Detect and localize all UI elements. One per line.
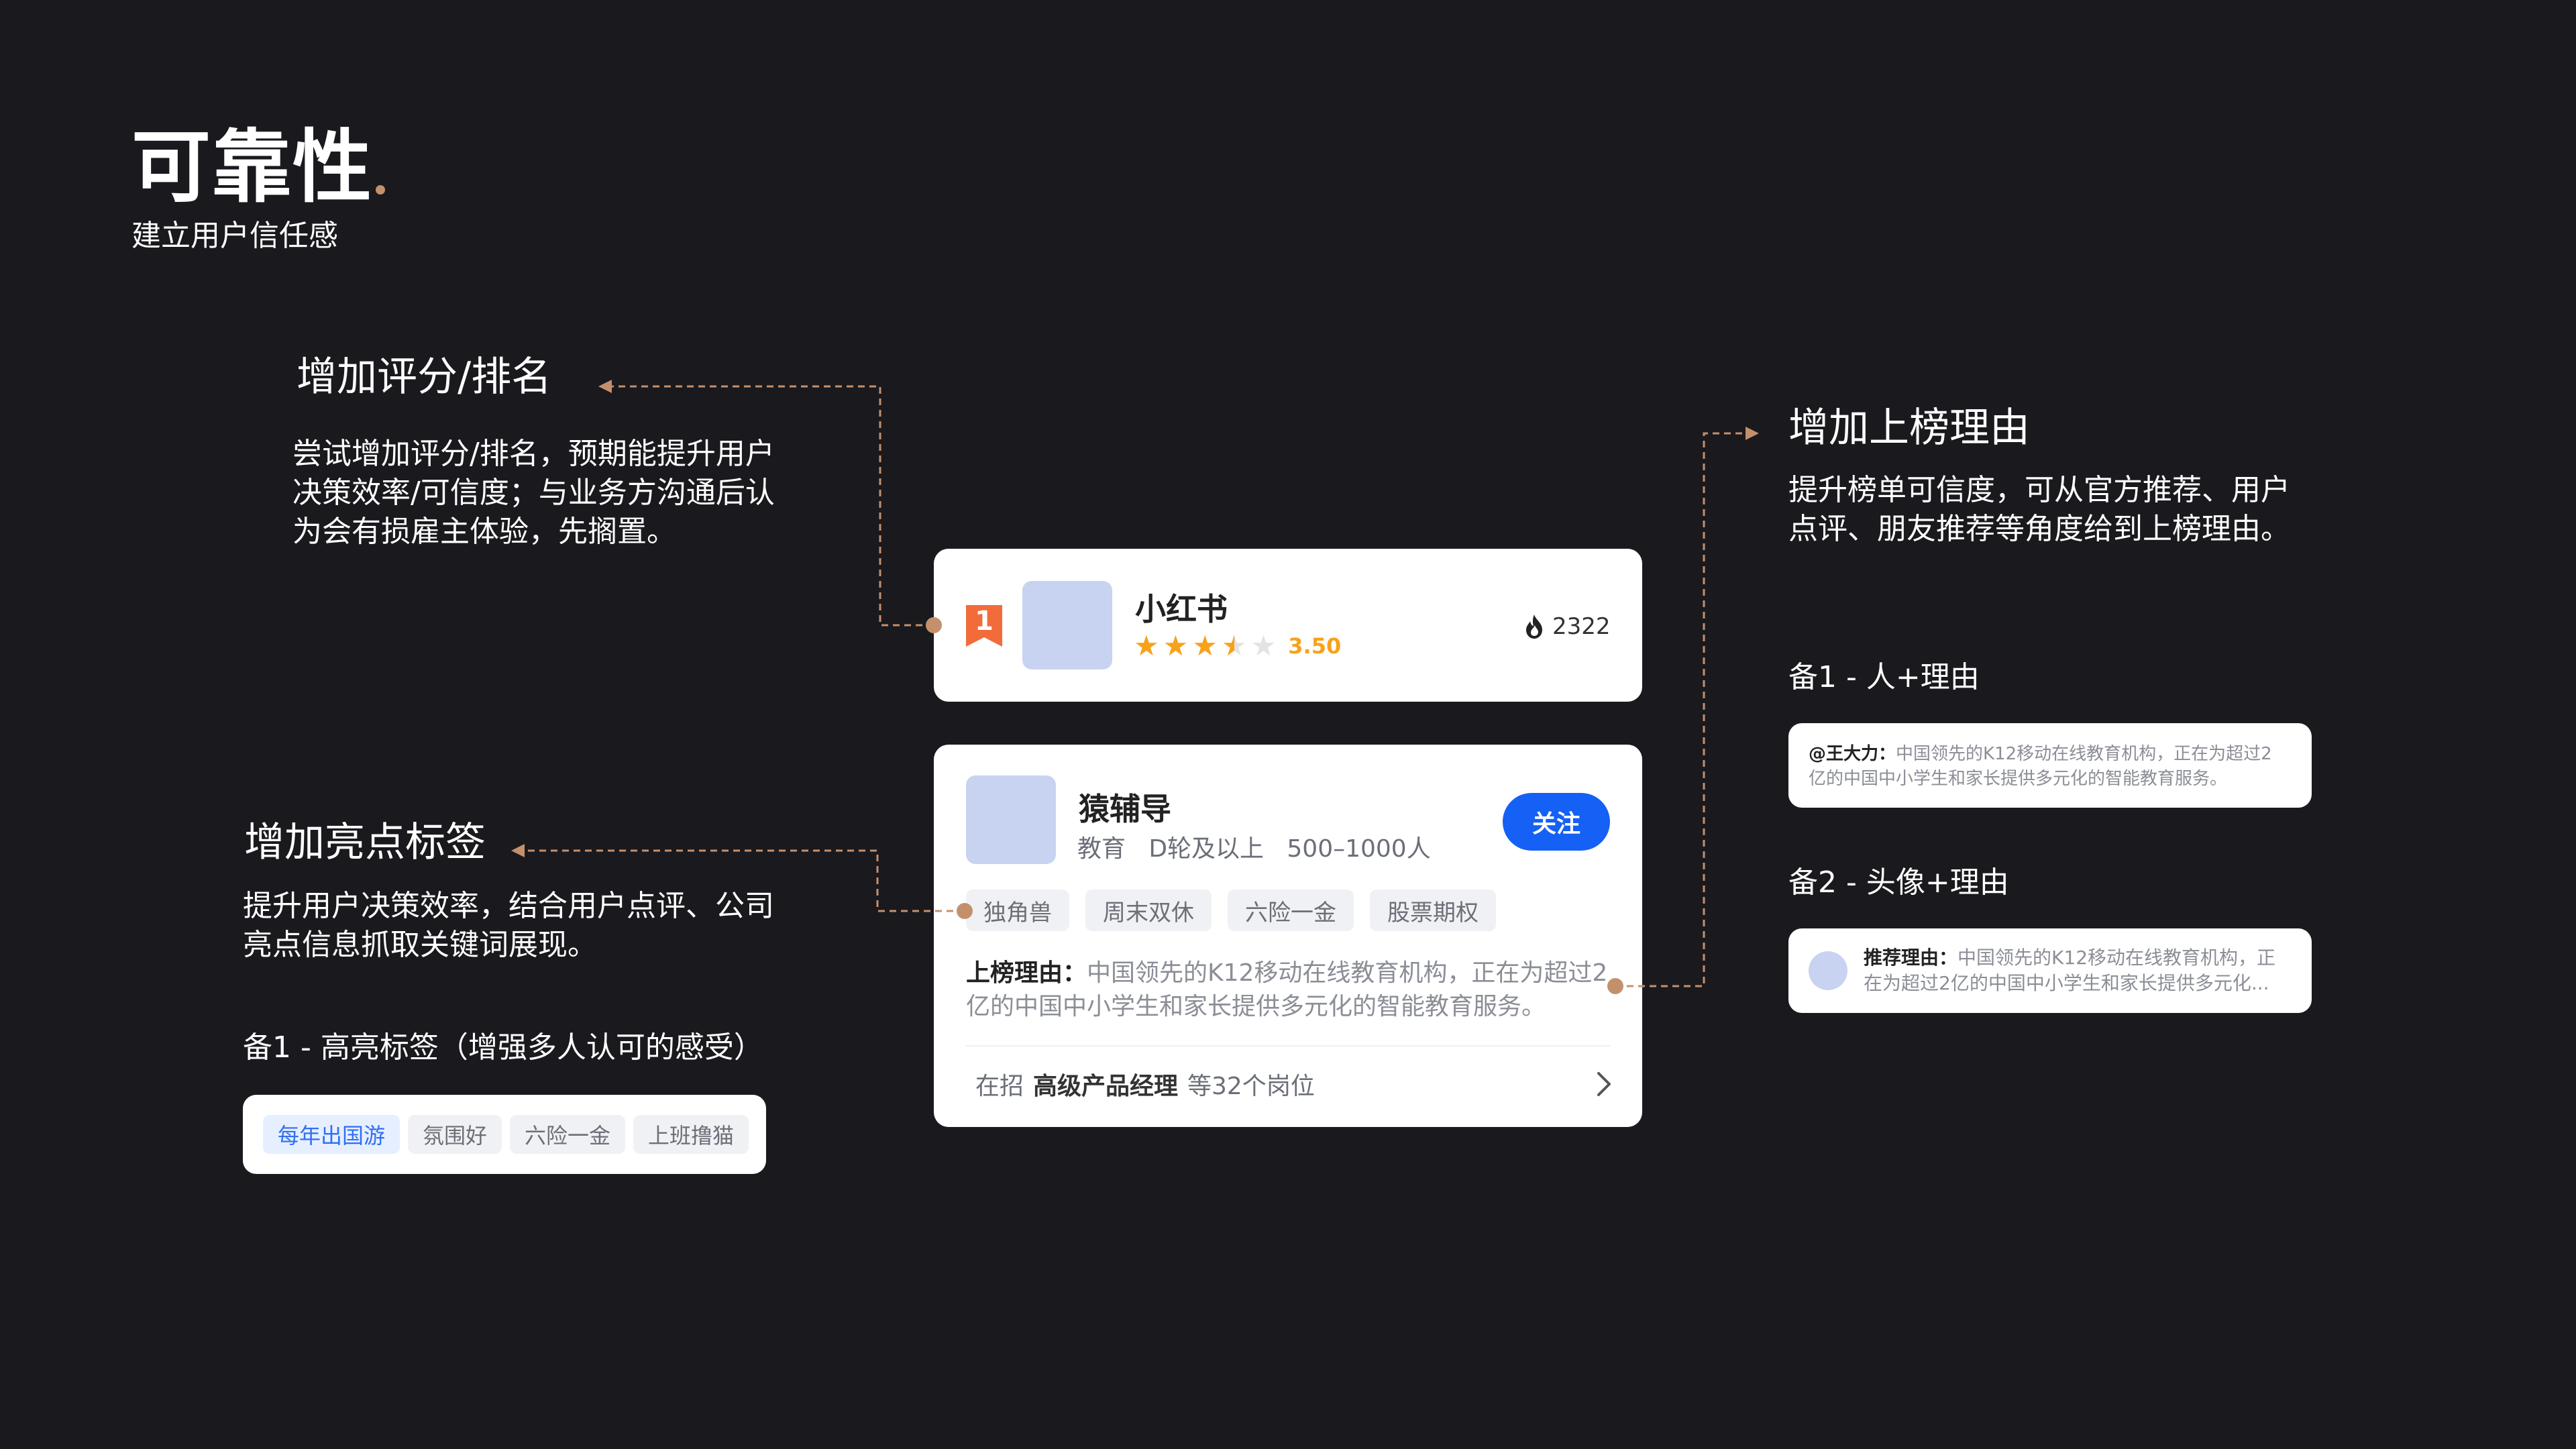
connector-dot: [957, 903, 973, 919]
connector-dot: [1607, 978, 1623, 994]
connector-dot: [926, 617, 942, 633]
reason-connector: [1615, 432, 1748, 987]
arrow-left-icon: [598, 380, 612, 393]
tags-connector: [519, 849, 965, 912]
arrow-right-icon: [1746, 427, 1759, 440]
arrow-left-icon: [511, 844, 525, 857]
connector-lines: [511, 380, 1759, 994]
rating-connector: [608, 385, 934, 627]
